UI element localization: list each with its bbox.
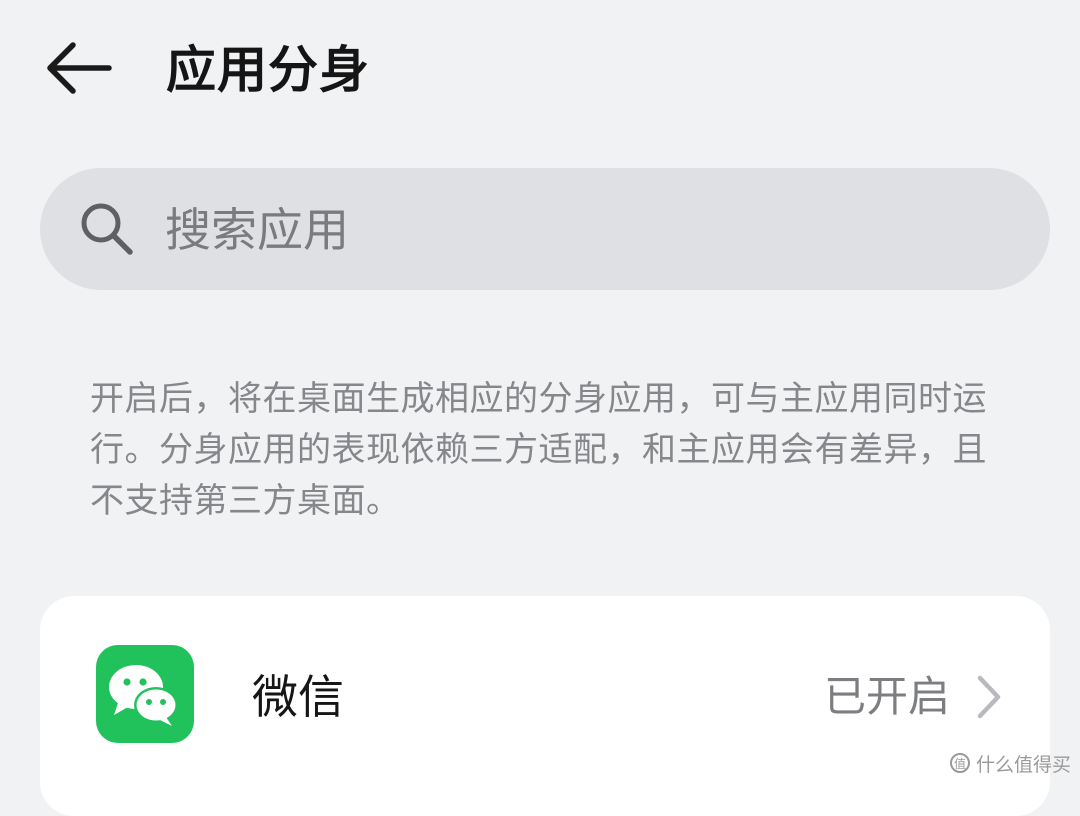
feature-description: 开启后，将在桌面生成相应的分身应用，可与主应用同时运行。分身应用的表现依赖三方适… [90,379,987,521]
arrow-left-icon [47,42,112,94]
page-title: 应用分身 [166,41,370,99]
app-status: 已开启 [824,672,951,721]
top-app-bar: 应用分身 [0,0,1080,140]
watermark-badge: 值 [950,753,970,773]
app-name: 微信 [252,670,344,724]
search-icon [81,203,133,255]
back-button[interactable] [36,32,120,104]
search-input[interactable] [165,196,1005,264]
watermark-text: 什么值得买 [976,753,1072,776]
watermark: 值 什么值得买 [950,748,1071,778]
wechat-icon [96,645,194,743]
chevron-right-icon [977,675,1001,719]
